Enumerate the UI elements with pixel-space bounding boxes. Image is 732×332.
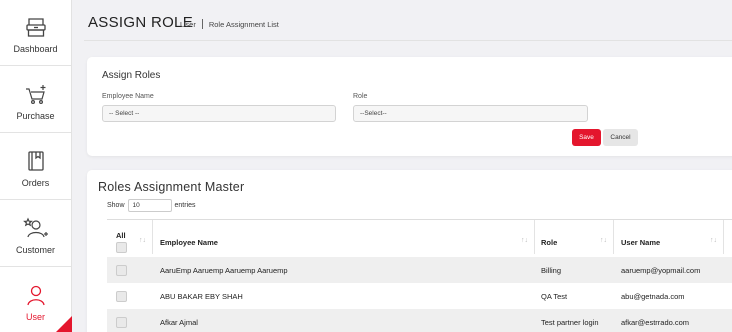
sidebar-item-orders[interactable]: Orders [0,134,71,200]
cell-employee-name: AaruEmp Aaruemp Aaruemp Aaruemp [160,266,288,275]
dashboard-icon [23,14,49,40]
cell-user-name: afkar@estrrado.com [621,318,690,327]
role-label: Role [353,93,368,100]
breadcrumb-separator [201,19,203,29]
entries-label: entries [174,202,196,209]
entries-control: Show 10 entries [107,199,196,212]
show-label: Show [107,202,125,209]
cell-employee-name: Afkar Ajmal [160,318,198,327]
header-divider [84,40,732,41]
role-select[interactable]: --Select-- [353,105,588,122]
sidebar-item-dashboard[interactable]: Dashboard [0,0,71,66]
cell-role: Billing [541,266,562,275]
sort-icon[interactable]: ↑↓ [521,237,528,244]
sidebar-item-label: User [25,312,45,322]
column-header-role[interactable]: Role [541,238,557,247]
sort-icon[interactable]: ↑↓ [600,237,607,244]
breadcrumb: User Role Assignment List [180,19,279,29]
column-divider [534,220,535,254]
column-header-user-name[interactable]: User Name [621,238,660,247]
sort-icon[interactable]: ↑↓ [139,237,146,244]
sidebar-item-label: Dashboard [13,44,58,54]
save-button[interactable]: Save [572,129,601,146]
breadcrumb-role-assignment-list[interactable]: Role Assignment List [209,20,279,29]
row-checkbox[interactable] [116,291,127,302]
active-corner-marker [56,316,72,332]
customer-icon [22,215,49,241]
sidebar-item-purchase[interactable]: Purchase [0,67,71,133]
cell-role: Test partner login [541,318,599,327]
roles-table: All ↑↓ Employee Name ↑↓ Role ↑↓ User Nam… [107,219,732,332]
roles-assignment-master-title: Roles Assignment Master [98,180,245,194]
assign-roles-title: Assign Roles [102,70,161,81]
select-all-checkbox[interactable] [116,242,127,253]
row-checkbox[interactable] [116,265,127,276]
row-checkbox[interactable] [116,317,127,328]
page-title: ASSIGN ROLE [88,14,193,31]
employee-name-select[interactable]: -- Select -- [102,105,336,122]
user-icon [23,282,49,308]
table-row: Afkar Ajmal Test partner login afkar@est… [107,309,732,332]
cell-user-name: abu@getnada.com [621,292,685,301]
cart-icon [23,81,49,107]
sidebar-item-label: Purchase [16,111,55,121]
table-row: ABU BAKAR EBY SHAH QA Test abu@getnada.c… [107,283,732,309]
cell-role: QA Test [541,292,568,301]
sidebar: Dashboard Purchase Orders Customer User [0,0,72,332]
column-divider [723,220,724,254]
column-header-all[interactable]: All [116,231,126,240]
sidebar-item-label: Customer [15,245,55,255]
sidebar-item-customer[interactable]: Customer [0,201,71,267]
entries-select[interactable]: 10 [127,199,172,212]
cell-user-name: aaruemp@yopmail.com [621,266,701,275]
column-divider [613,220,614,254]
column-divider [152,220,153,254]
table-row: AaruEmp Aaruemp Aaruemp Aaruemp Billing … [107,257,732,283]
cell-employee-name: ABU BAKAR EBY SHAH [160,292,243,301]
orders-icon [23,148,49,174]
sort-icon[interactable]: ↑↓ [710,237,717,244]
cancel-button[interactable]: Cancel [603,129,638,146]
breadcrumb-user[interactable]: User [180,20,196,29]
sidebar-item-label: Orders [21,178,50,188]
employee-name-label: Employee Name [102,93,154,100]
column-header-employee-name[interactable]: Employee Name [160,238,218,247]
